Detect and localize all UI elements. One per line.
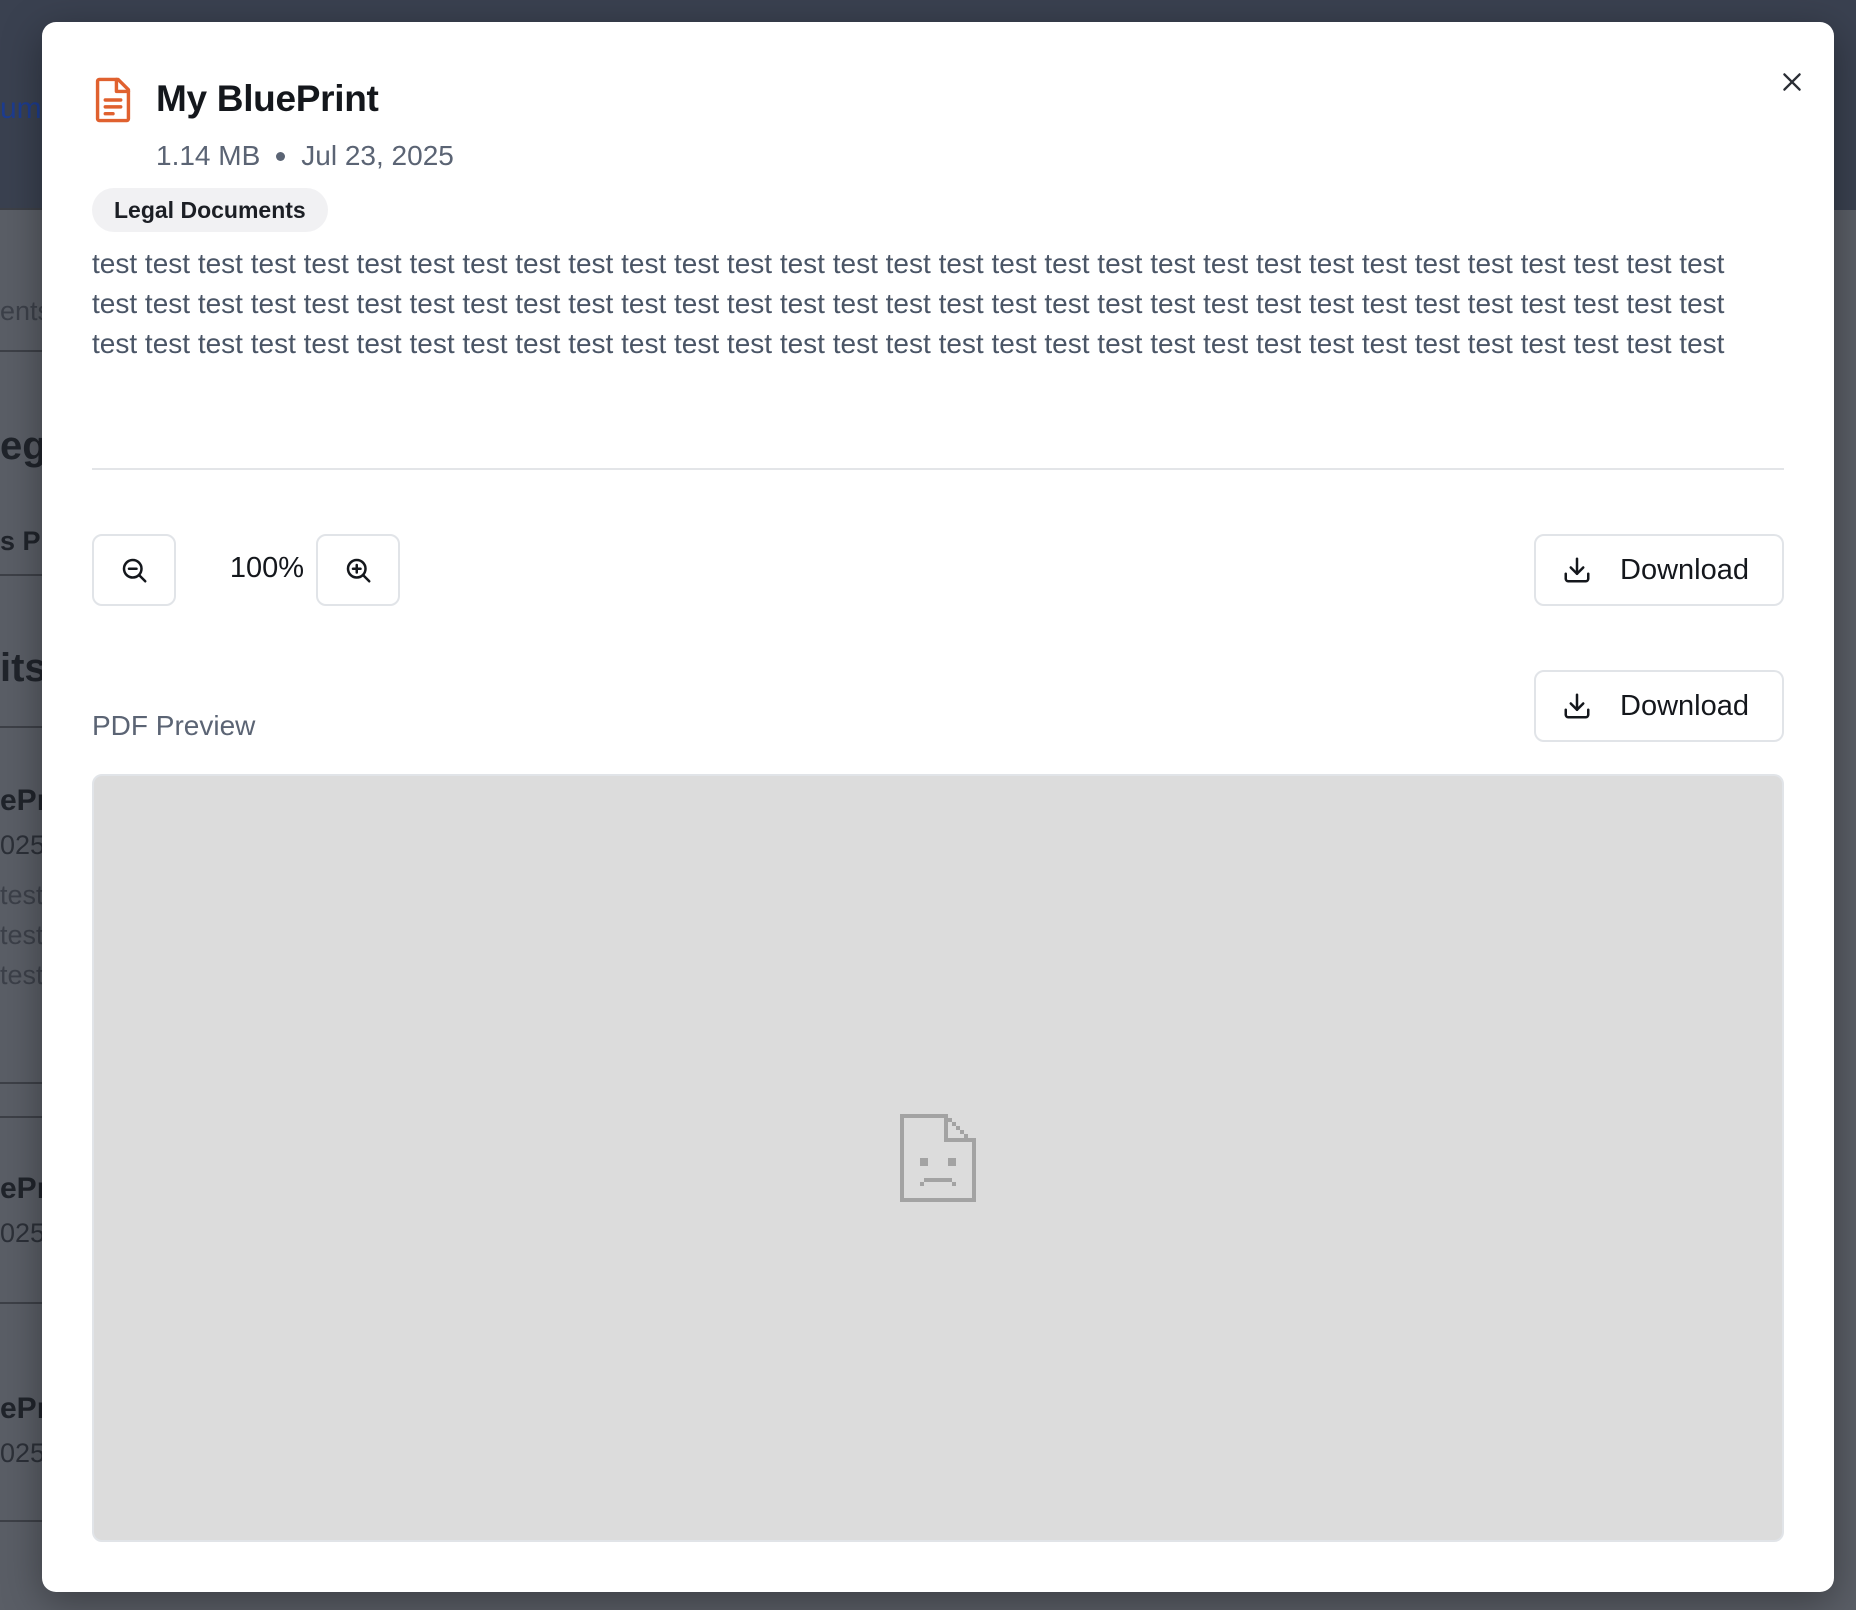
background-heading: its <box>0 646 47 690</box>
zoom-out-icon <box>122 558 147 583</box>
document-date: Jul 23, 2025 <box>301 140 454 171</box>
file-text-icon <box>95 77 131 123</box>
document-title: My BluePrint <box>156 78 379 119</box>
separator-dot <box>276 151 286 161</box>
file-size: 1.14 MB <box>156 140 261 171</box>
zoom-in-icon <box>346 558 371 583</box>
zoom-level: 100% <box>229 552 305 584</box>
background-item-text: test <box>0 960 44 990</box>
background-item-date: 025 <box>0 1438 46 1468</box>
background-item-date: 025 <box>0 830 46 860</box>
section-divider <box>92 468 1784 470</box>
category-tag: Legal Documents <box>92 188 328 232</box>
broken-document-icon <box>900 1114 976 1202</box>
background-link: um <box>0 92 42 125</box>
document-preview-modal: My BluePrint 1.14 MB Jul 23, 2025 Legal … <box>42 22 1834 1592</box>
pdf-preview-frame[interactable] <box>92 774 1784 1542</box>
background-item-date: 025 <box>0 1218 46 1248</box>
preview-label: PDF Preview <box>92 710 256 741</box>
zoom-in-button[interactable] <box>316 534 400 606</box>
download-button-toolbar[interactable]: Download <box>1534 534 1784 606</box>
background-side-label: s Pl <box>0 526 49 556</box>
document-description: test test test test test test test test … <box>92 248 1725 359</box>
download-label: Download <box>1620 553 1749 586</box>
download-button-preview[interactable]: Download <box>1534 670 1784 742</box>
background-item-text: test <box>0 920 44 950</box>
download-label: Download <box>1620 689 1749 722</box>
download-icon <box>1564 693 1590 719</box>
close-icon <box>1783 73 1801 91</box>
zoom-out-button[interactable] <box>92 534 176 606</box>
background-heading: eg <box>0 424 47 468</box>
download-icon <box>1564 557 1590 583</box>
close-button[interactable] <box>1768 58 1816 106</box>
background-item-text: test <box>0 880 44 910</box>
document-meta: 1.14 MB Jul 23, 2025 <box>156 140 454 172</box>
